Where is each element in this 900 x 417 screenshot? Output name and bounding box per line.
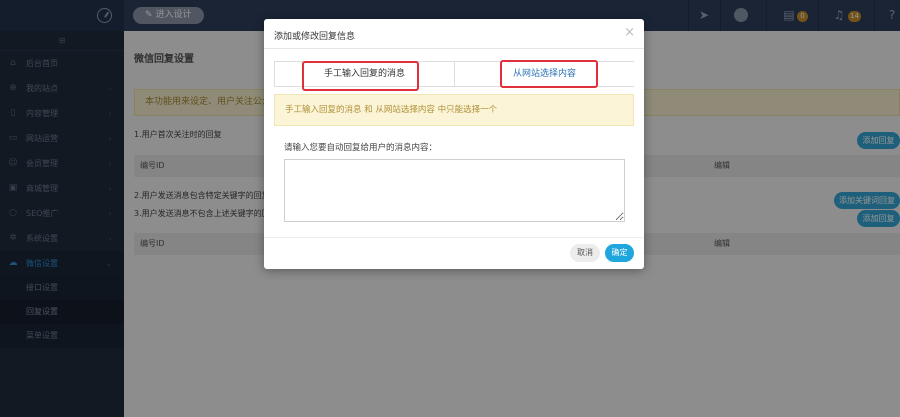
reply-edit-dialog: 添加或修改回复信息 × 手工输入回复的消息 从网站选择内容 手工输入回复的消息 … [264,19,644,269]
highlight-outline [500,60,598,88]
dialog-header: 添加或修改回复信息 × [264,19,644,49]
hint-banner: 手工输入回复的消息 和 从网站选择内容 中只能选择一个 [274,94,634,126]
message-label: 请输入您要自动回复给用户的消息内容： [284,143,438,153]
message-textarea[interactable] [284,159,625,222]
divider [264,237,644,238]
close-icon[interactable]: × [624,26,635,40]
confirm-button[interactable]: 确定 [605,244,634,262]
cancel-button[interactable]: 取消 [570,244,600,262]
highlight-outline [302,61,419,91]
dialog-title: 添加或修改回复信息 [274,32,356,42]
